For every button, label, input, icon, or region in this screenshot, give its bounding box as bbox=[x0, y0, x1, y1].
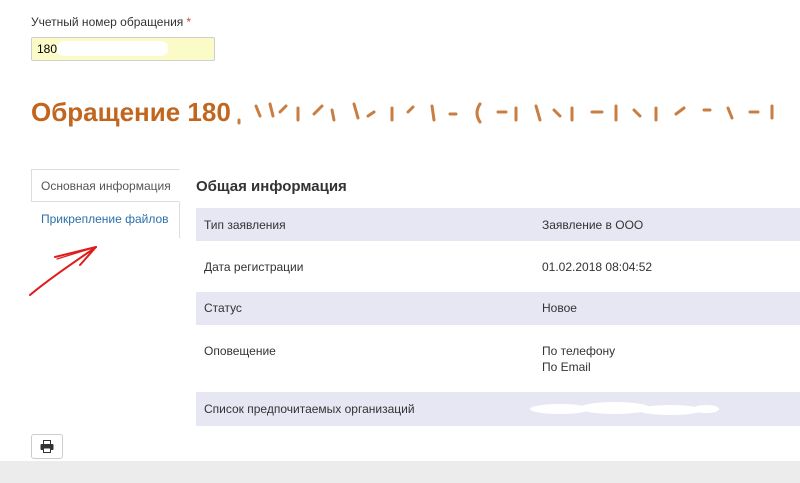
details-row-status: Статус Новое bbox=[196, 292, 800, 325]
row-value-line: По Email bbox=[542, 360, 591, 374]
row-label: Статус bbox=[204, 301, 242, 315]
row-value: Новое bbox=[542, 300, 577, 316]
details-row-notification: Оповещение По телефону По Email bbox=[196, 325, 800, 392]
details-row-type: Тип заявления Заявление в ООО bbox=[196, 208, 800, 241]
row-label: Тип заявления bbox=[204, 218, 286, 232]
account-number-label: Учетный номер обращения * bbox=[31, 14, 191, 30]
row-label: Дата регистрации bbox=[204, 260, 304, 274]
row-value: 01.02.2018 08:04:52 bbox=[542, 259, 652, 275]
print-button[interactable] bbox=[31, 434, 63, 459]
details-table: Тип заявления Заявление в ООО Дата регис… bbox=[196, 208, 800, 426]
redacted-title-fragments bbox=[237, 102, 774, 125]
row-value-line: Новое bbox=[542, 301, 577, 315]
required-mark: * bbox=[186, 15, 191, 29]
tab-list: Основная информация Прикрепление файлов bbox=[31, 169, 180, 238]
row-value-line: 01.02.2018 08:04:52 bbox=[542, 260, 653, 274]
printer-icon bbox=[40, 440, 54, 453]
row-label: Список предпочитаемых организаций bbox=[204, 402, 415, 416]
footer-bar bbox=[0, 461, 800, 483]
section-title: Общая информация bbox=[196, 178, 347, 195]
row-value: Заявление в ООО bbox=[542, 217, 643, 233]
details-row-organizations: Список предпочитаемых организаций bbox=[196, 392, 800, 426]
account-number-label-text: Учетный номер обращения bbox=[31, 15, 184, 29]
tab-main-info[interactable]: Основная информация bbox=[31, 169, 180, 202]
details-row-registration-date: Дата регистрации 01.02.2018 08:04:52 bbox=[196, 241, 800, 292]
tab-attach-files[interactable]: Прикрепление файлов bbox=[31, 202, 180, 238]
page-title: Обращение 180 bbox=[31, 97, 231, 127]
row-value-line: По телефону bbox=[542, 344, 616, 358]
red-arrow-annotation bbox=[29, 246, 97, 296]
row-value: По телефону По Email bbox=[542, 343, 615, 375]
redaction-mask bbox=[530, 402, 719, 415]
redaction-mask bbox=[57, 41, 168, 56]
row-value-line: Заявление в ООО bbox=[542, 218, 644, 232]
row-label: Оповещение bbox=[204, 344, 276, 358]
